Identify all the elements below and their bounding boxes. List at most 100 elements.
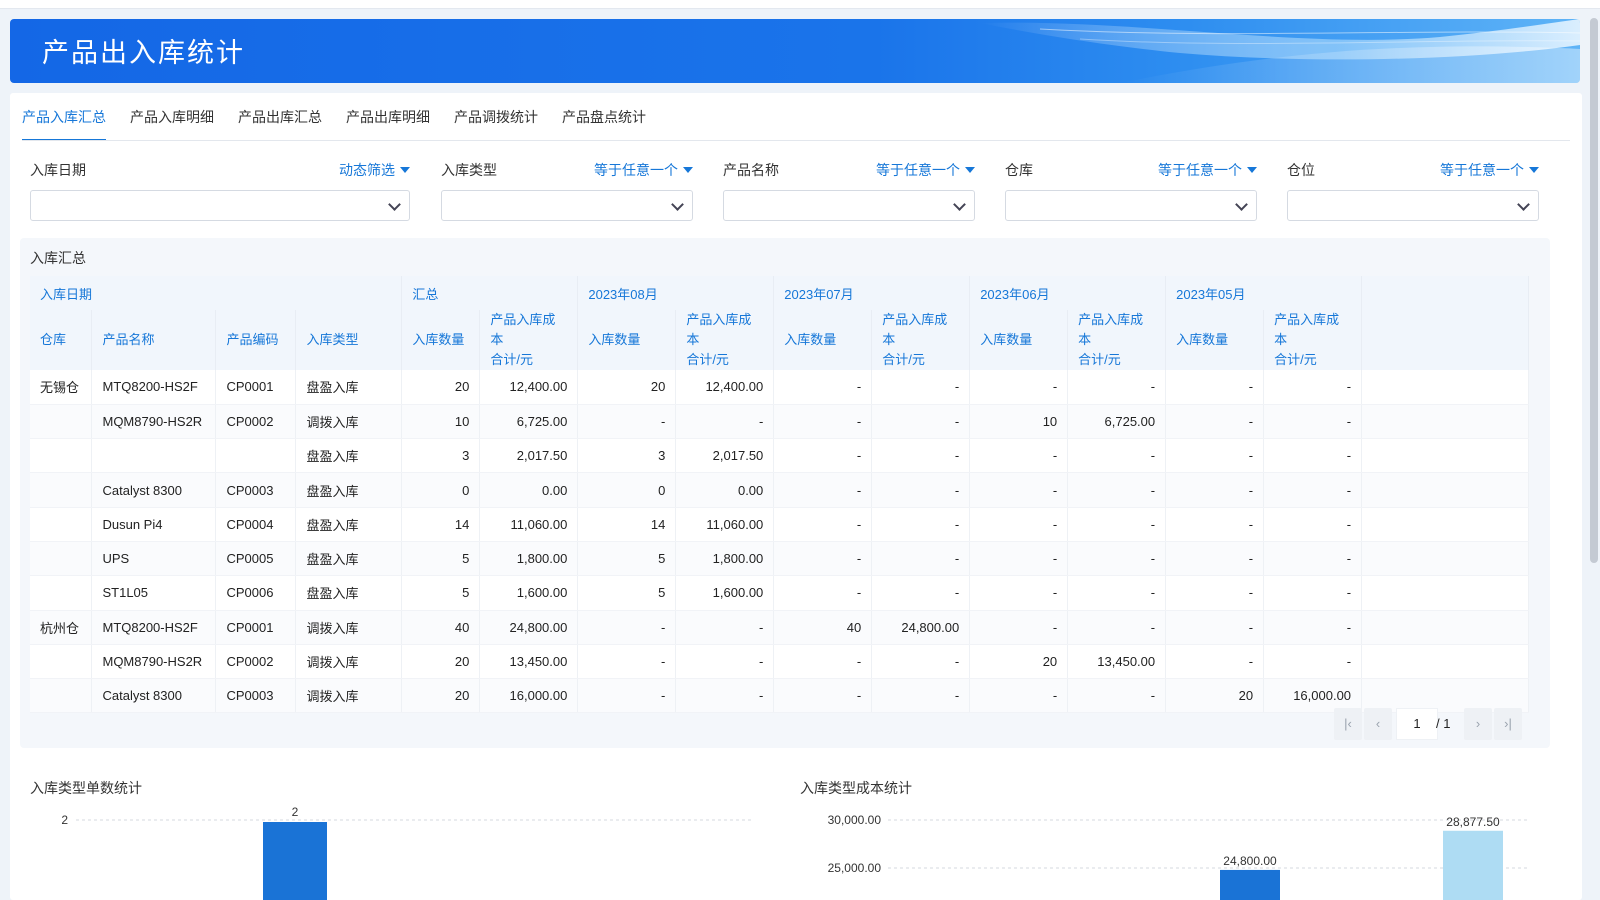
group-header-month: 2023年07月 xyxy=(773,276,971,310)
filter-mode-dropdown[interactable]: 动态筛选 xyxy=(339,160,410,180)
bar-data-label: 28,877.50 xyxy=(1446,815,1500,829)
first-page-icon[interactable]: |‹ xyxy=(1334,708,1362,740)
table-cell-number: 2,017.50 xyxy=(479,438,579,474)
table-cell-number: - xyxy=(1165,575,1265,611)
page-number-input[interactable]: 1 xyxy=(1396,708,1438,740)
filter-select[interactable] xyxy=(441,190,693,221)
pagination: |‹ ‹ 1 / 1 › ›| xyxy=(1334,708,1524,740)
filter-select[interactable] xyxy=(1287,190,1539,221)
table-cell-number: 20 xyxy=(577,370,677,405)
table-cell-number: 1,800.00 xyxy=(675,541,775,577)
table-cell: CP0003 xyxy=(215,678,297,714)
table-cell-number: - xyxy=(675,678,775,714)
table-cell: 调拨入库 xyxy=(295,610,403,645)
table-row[interactable]: Dusun Pi4 CP0004 盘盈入库 14 11,060.00 14 11,060.0… xyxy=(30,507,1529,542)
filter-label: 仓位 xyxy=(1287,163,1315,179)
filter-select[interactable] xyxy=(30,190,410,221)
table-row[interactable]: 杭州仓 MTQ8200-HS2F CP0001 调拨入库 40 24,800.00- -40… xyxy=(30,610,1529,645)
table-cell-number: - xyxy=(773,404,873,440)
y-tick-label: 2 xyxy=(61,813,68,827)
chevron-down-icon xyxy=(953,198,966,211)
banner-decoration xyxy=(980,19,1580,83)
tab-inbound-summary[interactable]: 产品入库汇总 xyxy=(22,107,106,141)
column-header: 入库数量 xyxy=(401,310,481,370)
column-header: 入库数量 xyxy=(773,310,873,370)
table-cell-number: 3 xyxy=(577,438,677,474)
tab-outbound-detail[interactable]: 产品出库明细 xyxy=(346,107,430,141)
filter-select[interactable] xyxy=(1005,190,1257,221)
table-cell: UPS xyxy=(91,541,217,577)
table-cell-number: - xyxy=(577,644,677,680)
tab-stocktake-stats[interactable]: 产品盘点统计 xyxy=(562,107,646,141)
column-header-cost: 产品入库成本 合计/元 xyxy=(871,310,971,370)
table-cell-number: 11,060.00 xyxy=(675,507,775,542)
top-strip xyxy=(0,0,1600,9)
table-row[interactable]: 无锡仓 MTQ8200-HS2F CP0001 盘盈入库 20 12,400.00 20 12… xyxy=(30,370,1529,405)
table-cell-number: - xyxy=(969,507,1069,542)
table-cell-number: - xyxy=(871,541,971,577)
table-cell xyxy=(30,404,93,440)
table-cell-number: 0.00 xyxy=(675,472,775,508)
table-row[interactable]: MQM8790-HS2R CP0002 调拨入库 20 13,450.00- - - -20 1… xyxy=(30,644,1529,680)
table-cell xyxy=(30,678,93,714)
filter-label: 产品名称 xyxy=(723,163,779,179)
table-row[interactable]: MQM8790-HS2R CP0002 调拨入库 10 6,725.00- - - -10 6,… xyxy=(30,404,1529,440)
prev-page-icon[interactable]: ‹ xyxy=(1364,708,1392,740)
bar[interactable] xyxy=(1220,869,1280,900)
table-row[interactable]: UPS CP0005 盘盈入库 5 1,800.00 5 1,800.00- - - - - - xyxy=(30,541,1529,577)
table-cell-filler xyxy=(1361,404,1529,440)
table-cell-number: 20 xyxy=(1165,678,1265,714)
table-cell-number: - xyxy=(1263,507,1363,542)
table-cell-number: - xyxy=(871,644,971,680)
table-cell-number: 14 xyxy=(577,507,677,542)
filter-select[interactable] xyxy=(723,190,975,221)
table-cell-number: - xyxy=(1067,438,1167,474)
bar[interactable] xyxy=(263,822,327,900)
filter-mode-dropdown[interactable]: 等于任意一个 xyxy=(876,160,975,180)
table-row[interactable]: Catalyst 8300 CP0003 盘盈入库 0 0.00 0 0.00- - - - - - xyxy=(30,472,1529,508)
filter-mode-label: 等于任意一个 xyxy=(594,163,678,179)
column-header: 产品编码 xyxy=(215,310,297,370)
table-cell: ST1L05 xyxy=(91,575,217,611)
table-cell-number: 40 xyxy=(401,610,481,645)
caret-down-icon xyxy=(1529,167,1539,173)
table-cell-number: - xyxy=(969,678,1069,714)
column-header: 产品名称 xyxy=(91,310,217,370)
tab-outbound-summary[interactable]: 产品出库汇总 xyxy=(238,107,322,141)
vertical-scrollbar[interactable] xyxy=(1590,18,1598,563)
caret-down-icon xyxy=(400,167,410,173)
table-cell-number: - xyxy=(1067,678,1167,714)
table-cell-number: 6,725.00 xyxy=(1067,404,1167,440)
table-row[interactable]: 盘盈入库 3 2,017.50 3 2,017.50- - - - - - xyxy=(30,438,1529,474)
filter-mode-dropdown[interactable]: 等于任意一个 xyxy=(594,160,693,180)
column-header: 入库数量 xyxy=(577,310,677,370)
table-cell-number: - xyxy=(675,644,775,680)
table-cell: 杭州仓 xyxy=(30,610,93,645)
table-cell-number: - xyxy=(773,507,873,542)
table-cell-number: - xyxy=(1263,644,1363,680)
table-cell: 盘盈入库 xyxy=(295,370,403,405)
filter-mode-dropdown[interactable]: 等于任意一个 xyxy=(1440,160,1539,180)
table-cell: 调拨入库 xyxy=(295,644,403,680)
page-title: 产品出入库统计 xyxy=(42,38,245,69)
table-cell-number: - xyxy=(773,370,873,405)
table-cell-number: 5 xyxy=(577,541,677,577)
tab-transfer-stats[interactable]: 产品调拨统计 xyxy=(454,107,538,141)
table-row[interactable]: ST1L05 CP0006 盘盈入库 5 1,600.00 5 1,600.00- - - - - - xyxy=(30,575,1529,611)
table-cell-number: 3 xyxy=(401,438,481,474)
tab-inbound-detail[interactable]: 产品入库明细 xyxy=(130,107,214,141)
table-cell xyxy=(30,644,93,680)
table-row[interactable]: Catalyst 8300 CP0003 调拨入库 20 16,000.00- - - - - -… xyxy=(30,678,1529,714)
table-cell-number: 11,060.00 xyxy=(479,507,579,542)
table-cell-number: - xyxy=(1067,541,1167,577)
group-header-filler xyxy=(1361,276,1529,310)
table-cell-number: 13,450.00 xyxy=(479,644,579,680)
header-banner: 产品出入库统计 xyxy=(10,19,1580,83)
tab-bar: 产品入库汇总 产品入库明细 产品出库汇总 产品出库明细 产品调拨统计 产品盘点统… xyxy=(22,107,670,141)
last-page-icon[interactable]: ›| xyxy=(1494,708,1522,740)
bar[interactable] xyxy=(1443,830,1503,900)
filter-mode-dropdown[interactable]: 等于任意一个 xyxy=(1158,160,1257,180)
caret-down-icon xyxy=(1247,167,1257,173)
table-cell-number: - xyxy=(1067,575,1167,611)
next-page-icon[interactable]: › xyxy=(1464,708,1492,740)
